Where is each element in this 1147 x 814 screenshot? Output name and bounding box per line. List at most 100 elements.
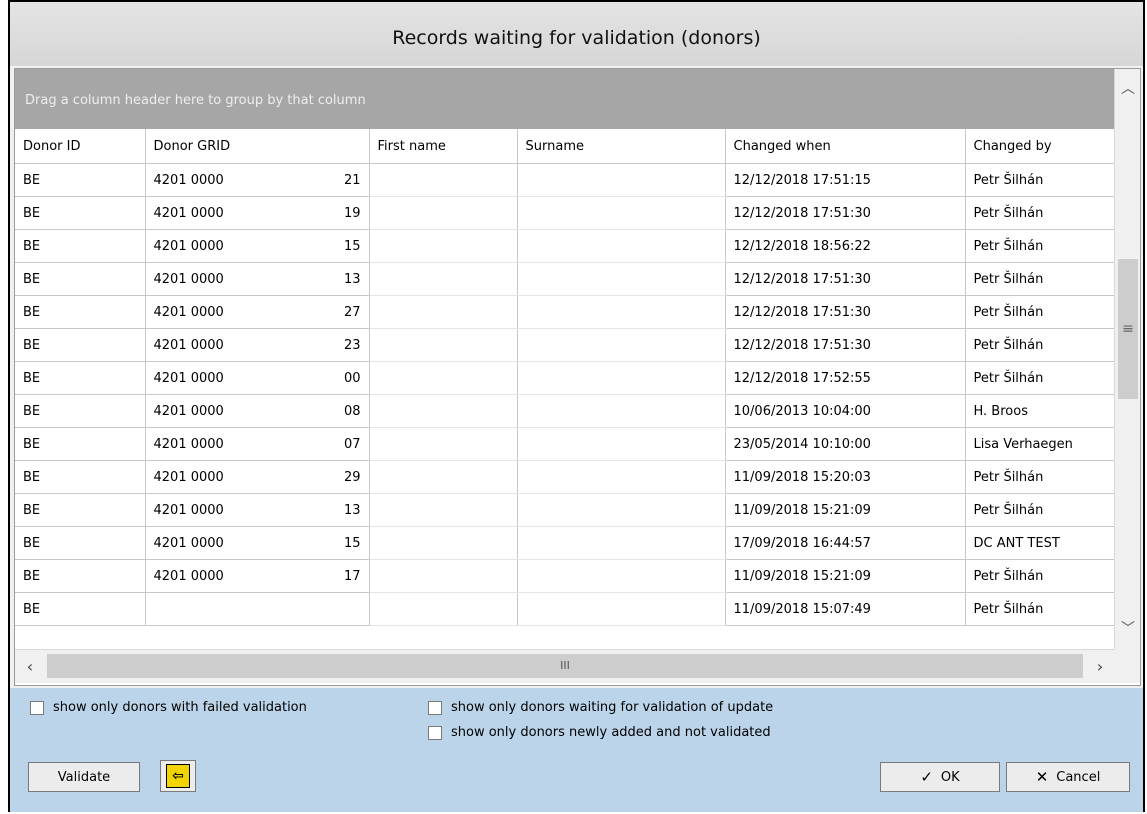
- cell-surname[interactable]: [517, 493, 726, 527]
- cell-first-name[interactable]: [369, 229, 518, 263]
- table-row[interactable]: BE 4201 0000 27 12/12/2018 17:51:30 Petr Šil…: [15, 295, 1115, 329]
- table-row[interactable]: BE 4201 0000 00 12/12/2018 17:52:55 Petr Šil…: [15, 361, 1115, 395]
- cell-donor-id[interactable]: BE: [15, 196, 146, 230]
- cell-donor-grid[interactable]: 4201 0000 19: [145, 196, 370, 230]
- table-row[interactable]: BE 4201 0000 19 12/12/2018 17:51:30 Petr Šil…: [15, 196, 1115, 230]
- column-header-first-name[interactable]: First name: [369, 129, 518, 164]
- exit-button[interactable]: ⇦: [160, 760, 196, 792]
- cell-changed-when[interactable]: 23/05/2014 10:10:00: [725, 427, 966, 461]
- cell-first-name[interactable]: [369, 592, 518, 626]
- cell-changed-when[interactable]: 12/12/2018 18:56:22: [725, 229, 966, 263]
- cell-first-name[interactable]: [369, 328, 518, 362]
- cell-first-name[interactable]: [369, 295, 518, 329]
- horizontal-scroll-thumb[interactable]: III: [47, 654, 1083, 678]
- ok-button[interactable]: ✓ OK: [880, 762, 1000, 792]
- cell-first-name[interactable]: [369, 526, 518, 560]
- scroll-left-icon[interactable]: ‹: [15, 650, 45, 684]
- cell-donor-grid[interactable]: 4201 0000 23: [145, 328, 370, 362]
- cell-donor-id[interactable]: BE: [15, 295, 146, 329]
- scroll-down-icon[interactable]: ﹀: [1115, 609, 1140, 649]
- cell-surname[interactable]: [517, 328, 726, 362]
- scroll-up-icon[interactable]: ︿: [1115, 69, 1140, 109]
- cell-surname[interactable]: [517, 526, 726, 560]
- table-row[interactable]: BE 4201 0000 29 11/09/2018 15:20:03 Petr Šil…: [15, 460, 1115, 494]
- cell-first-name[interactable]: [369, 262, 518, 296]
- table-row[interactable]: BE 4201 0000 23 12/12/2018 17:51:30 Petr Šil…: [15, 328, 1115, 362]
- cell-changed-by[interactable]: Petr Šilhán: [965, 328, 1115, 362]
- cell-donor-id[interactable]: BE: [15, 328, 146, 362]
- cell-donor-id[interactable]: BE: [15, 493, 146, 527]
- cell-surname[interactable]: [517, 196, 726, 230]
- cell-changed-by[interactable]: Petr Šilhán: [965, 361, 1115, 395]
- cell-surname[interactable]: [517, 394, 726, 428]
- table-row[interactable]: BE 4201 0000 08 10/06/2013 10:04:00 H. Broos: [15, 394, 1115, 428]
- cell-changed-by[interactable]: Petr Šilhán: [965, 493, 1115, 527]
- cell-changed-when[interactable]: 12/12/2018 17:51:30: [725, 328, 966, 362]
- cell-donor-grid[interactable]: 4201 0000 13: [145, 262, 370, 296]
- cell-donor-id[interactable]: BE: [15, 526, 146, 560]
- cell-changed-when[interactable]: 11/09/2018 15:07:49: [725, 592, 966, 626]
- cell-surname[interactable]: [517, 295, 726, 329]
- cell-donor-grid[interactable]: 4201 0000 17: [145, 559, 370, 593]
- cell-donor-grid[interactable]: [145, 592, 370, 626]
- cell-surname[interactable]: [517, 592, 726, 626]
- checkbox-box[interactable]: [428, 700, 442, 715]
- column-header-changed-by[interactable]: Changed by: [965, 129, 1115, 164]
- cell-changed-when[interactable]: 11/09/2018 15:21:09: [725, 493, 966, 527]
- cell-first-name[interactable]: [369, 559, 518, 593]
- table-row[interactable]: BE 4201 0000 17 11/09/2018 15:21:09 Petr Šil…: [15, 559, 1115, 593]
- cell-changed-by[interactable]: Petr Šilhán: [965, 559, 1115, 593]
- cell-donor-id[interactable]: BE: [15, 361, 146, 395]
- cell-donor-grid[interactable]: 4201 0000 00: [145, 361, 370, 395]
- cell-surname[interactable]: [517, 559, 726, 593]
- cell-first-name[interactable]: [369, 163, 518, 197]
- cell-changed-when[interactable]: 12/12/2018 17:51:30: [725, 295, 966, 329]
- table-row[interactable]: BE 4201 0000 13 12/12/2018 17:51:30 Petr Šil…: [15, 262, 1115, 296]
- cell-changed-by[interactable]: Petr Šilhán: [965, 295, 1115, 329]
- cell-changed-by[interactable]: H. Broos: [965, 394, 1115, 428]
- table-row[interactable]: BE 11/09/2018 15:07:49 Petr Šilhán: [15, 592, 1115, 626]
- cell-donor-grid[interactable]: 4201 0000 27: [145, 295, 370, 329]
- cell-donor-id[interactable]: BE: [15, 262, 146, 296]
- table-row[interactable]: BE 4201 0000 21 12/12/2018 17:51:15 Petr Šil…: [15, 163, 1115, 197]
- cell-donor-id[interactable]: BE: [15, 163, 146, 197]
- cell-changed-when[interactable]: 11/09/2018 15:20:03: [725, 460, 966, 494]
- cell-changed-when[interactable]: 17/09/2018 16:44:57: [725, 526, 966, 560]
- cell-donor-grid[interactable]: 4201 0000 15: [145, 229, 370, 263]
- cell-changed-when[interactable]: 12/12/2018 17:52:55: [725, 361, 966, 395]
- cell-changed-by[interactable]: Lisa Verhaegen: [965, 427, 1115, 461]
- table-row[interactable]: BE 4201 0000 15 12/12/2018 18:56:22 Petr Šil…: [15, 229, 1115, 263]
- cell-changed-by[interactable]: Petr Šilhán: [965, 592, 1115, 626]
- cell-donor-id[interactable]: BE: [15, 460, 146, 494]
- cell-first-name[interactable]: [369, 427, 518, 461]
- cell-donor-grid[interactable]: 4201 0000 07: [145, 427, 370, 461]
- filter-failed-checkbox[interactable]: show only donors with failed validation: [30, 700, 307, 715]
- cell-donor-grid[interactable]: 4201 0000 15: [145, 526, 370, 560]
- cell-donor-id[interactable]: BE: [15, 592, 146, 626]
- grip-icon[interactable]: ≡: [1118, 259, 1138, 399]
- column-header-donor-id[interactable]: Donor ID: [15, 129, 146, 164]
- cell-changed-when[interactable]: 12/12/2018 17:51:30: [725, 196, 966, 230]
- table-row[interactable]: BE 4201 0000 07 23/05/2014 10:10:00 Lisa Ver…: [15, 427, 1115, 461]
- vertical-scrollbar[interactable]: ︿ ≡ ﹀: [1114, 69, 1140, 649]
- cell-donor-grid[interactable]: 4201 0000 08: [145, 394, 370, 428]
- cell-surname[interactable]: [517, 361, 726, 395]
- column-header-changed-when[interactable]: Changed when: [725, 129, 966, 164]
- cell-changed-when[interactable]: 10/06/2013 10:04:00: [725, 394, 966, 428]
- cell-changed-when[interactable]: 11/09/2018 15:21:09: [725, 559, 966, 593]
- cell-donor-id[interactable]: BE: [15, 394, 146, 428]
- cell-surname[interactable]: [517, 229, 726, 263]
- cell-changed-by[interactable]: DC ANT TEST: [965, 526, 1115, 560]
- cell-first-name[interactable]: [369, 394, 518, 428]
- cell-changed-when[interactable]: 12/12/2018 17:51:30: [725, 262, 966, 296]
- cell-donor-id[interactable]: BE: [15, 427, 146, 461]
- scroll-right-icon[interactable]: ›: [1085, 650, 1115, 684]
- filter-update-checkbox[interactable]: show only donors waiting for validation …: [428, 700, 773, 715]
- cell-surname[interactable]: [517, 163, 726, 197]
- cell-changed-when[interactable]: 12/12/2018 17:51:15: [725, 163, 966, 197]
- cell-donor-grid[interactable]: 4201 0000 13: [145, 493, 370, 527]
- cell-changed-by[interactable]: Petr Šilhán: [965, 196, 1115, 230]
- checkbox-box[interactable]: [428, 725, 442, 740]
- cell-first-name[interactable]: [369, 361, 518, 395]
- cell-surname[interactable]: [517, 262, 726, 296]
